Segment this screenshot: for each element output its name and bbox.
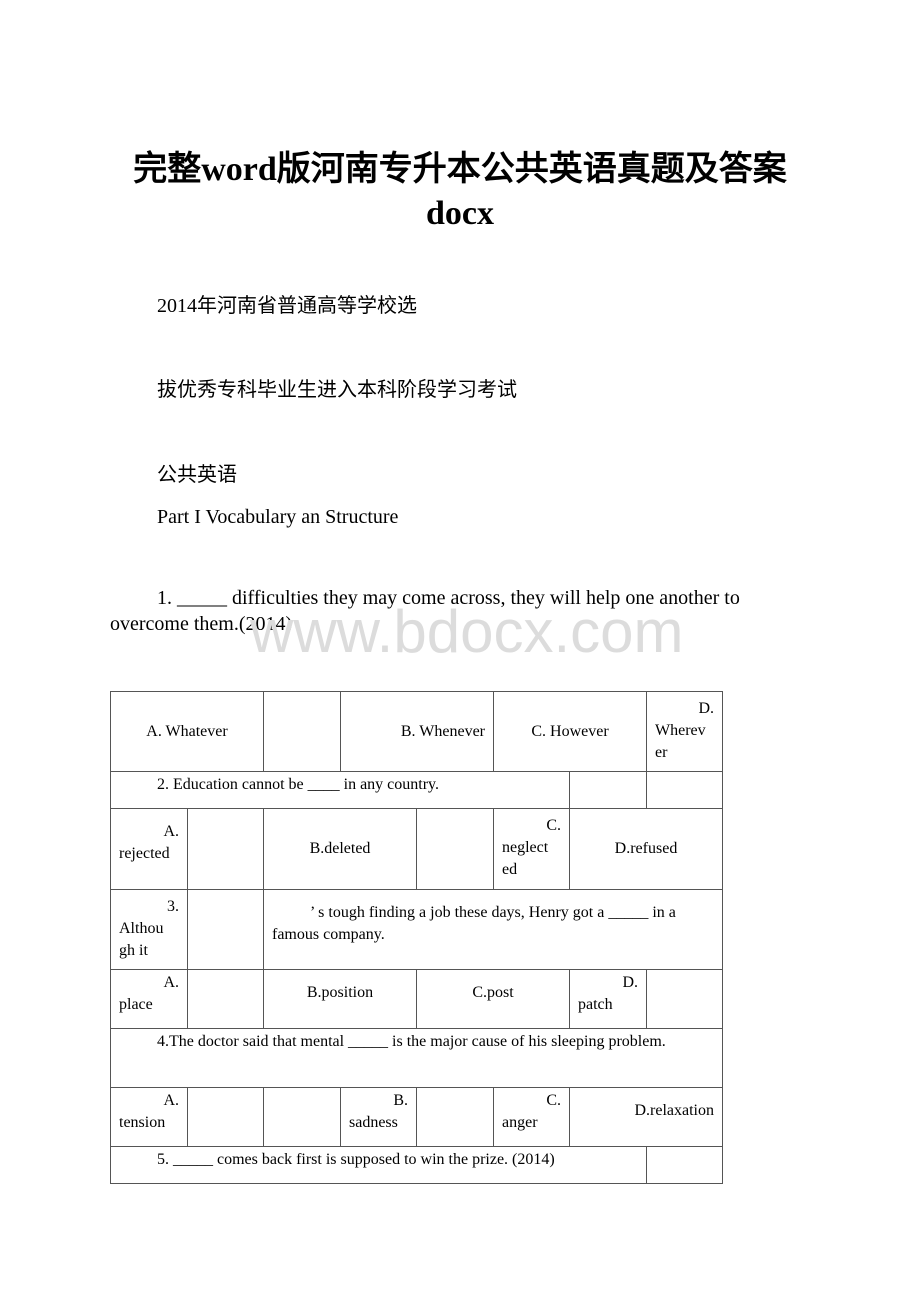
q3-option-c: C.post (416, 969, 570, 1029)
question-1: 1. _____ difficulties they may come acro… (110, 587, 740, 635)
empty-cell (187, 1087, 264, 1147)
q4-option-c: C. anger (493, 1087, 570, 1147)
q3-option-b: B.position (263, 969, 417, 1029)
document-title: 完整word版河南专升本公共英语真题及答案 (133, 151, 787, 188)
empty-cell (263, 1087, 341, 1147)
heading-subject: 公共英语 (157, 464, 237, 486)
empty-cell (263, 691, 341, 772)
empty-cell (187, 808, 264, 890)
empty-cell (569, 771, 647, 809)
q4-option-b: B. sadness (340, 1087, 417, 1147)
q2-option-c: C. neglect ed (493, 808, 570, 890)
heading-exam-line1: 2014年河南省普通高等学校选 (157, 295, 417, 317)
heading-exam-line2: 拔优秀专科毕业生进入本科阶段学习考试 (157, 379, 517, 401)
q1-option-a: A. Whatever (110, 691, 264, 772)
question-3-rest: ’ s tough finding a job these days, Henr… (263, 889, 723, 970)
q1-option-c: C. However (493, 691, 647, 772)
q1-option-b: B. Whenever (340, 691, 494, 772)
heading-part: Part I Vocabulary an Structure (157, 506, 399, 528)
empty-cell (416, 808, 494, 890)
q2-option-d: D.refused (569, 808, 723, 890)
q3-option-d: D. patch (569, 969, 647, 1029)
empty-cell (187, 889, 264, 970)
q4-option-a: A. tension (110, 1087, 188, 1147)
empty-cell (646, 1146, 723, 1184)
empty-cell (187, 969, 264, 1029)
empty-cell (646, 771, 723, 809)
empty-cell (416, 1087, 494, 1147)
q1-option-d: D. Wherev er (646, 691, 723, 772)
question-2: 2. Education cannot be ____ in any count… (110, 771, 570, 809)
q2-option-b: B.deleted (263, 808, 417, 890)
question-4: 4.The doctor said that mental _____ is t… (110, 1028, 723, 1088)
q4-option-d: D.relaxation (569, 1087, 723, 1147)
document-title-line2: docx (426, 195, 494, 232)
question-3-start: 3. Althou gh it (110, 889, 188, 970)
q3-option-a: A. place (110, 969, 188, 1029)
q2-option-a: A. rejected (110, 808, 188, 890)
empty-cell (646, 969, 723, 1029)
question-5: 5. _____ comes back first is supposed to… (110, 1146, 647, 1184)
